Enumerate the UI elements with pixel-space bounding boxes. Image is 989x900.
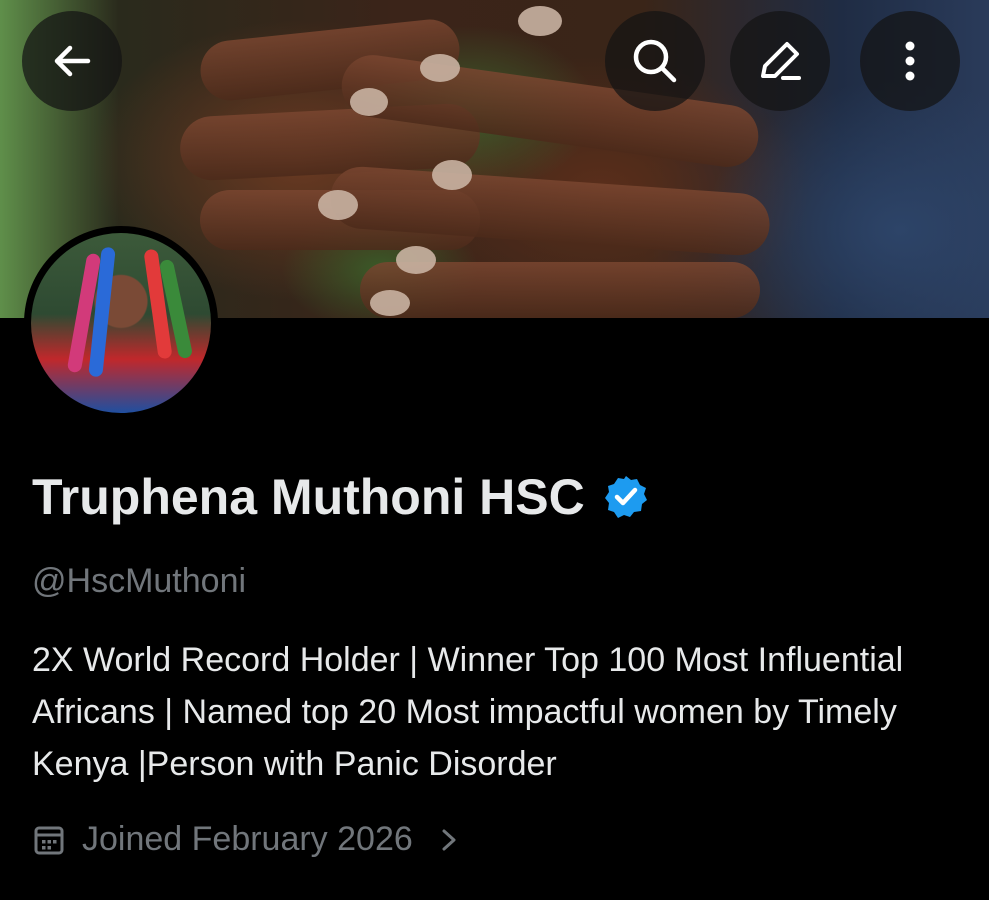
banner-detail xyxy=(518,6,562,36)
banner-detail xyxy=(318,190,358,220)
display-name: Truphena Muthoni HSC xyxy=(32,469,585,525)
profile-name-row: Truphena Muthoni HSC xyxy=(32,468,649,526)
chevron-right-icon xyxy=(442,829,456,850)
avatar[interactable] xyxy=(24,226,218,420)
back-button[interactable] xyxy=(22,11,122,111)
verified-badge-icon xyxy=(604,476,647,518)
calendar-icon xyxy=(34,826,64,854)
banner-detail xyxy=(350,88,388,116)
profile-handle: @HscMuthoni xyxy=(32,562,247,600)
edit-button[interactable] xyxy=(730,11,830,111)
banner-detail xyxy=(420,54,460,82)
banner-detail xyxy=(432,160,472,190)
avatar-image xyxy=(31,233,211,413)
profile-bio: 2X World Record Holder | Winner Top 100 … xyxy=(32,641,904,783)
joined-date-row[interactable]: Joined February 2026 xyxy=(32,820,461,859)
banner-detail xyxy=(370,290,410,316)
joined-date: Joined February 2026 xyxy=(82,820,413,858)
banner-detail xyxy=(396,246,436,274)
more-vertical-icon xyxy=(905,41,915,81)
search-icon xyxy=(633,39,677,83)
arrow-left-icon xyxy=(54,45,91,77)
pencil-icon xyxy=(761,42,801,80)
more-options-button[interactable] xyxy=(860,11,960,111)
search-button[interactable] xyxy=(605,11,705,111)
